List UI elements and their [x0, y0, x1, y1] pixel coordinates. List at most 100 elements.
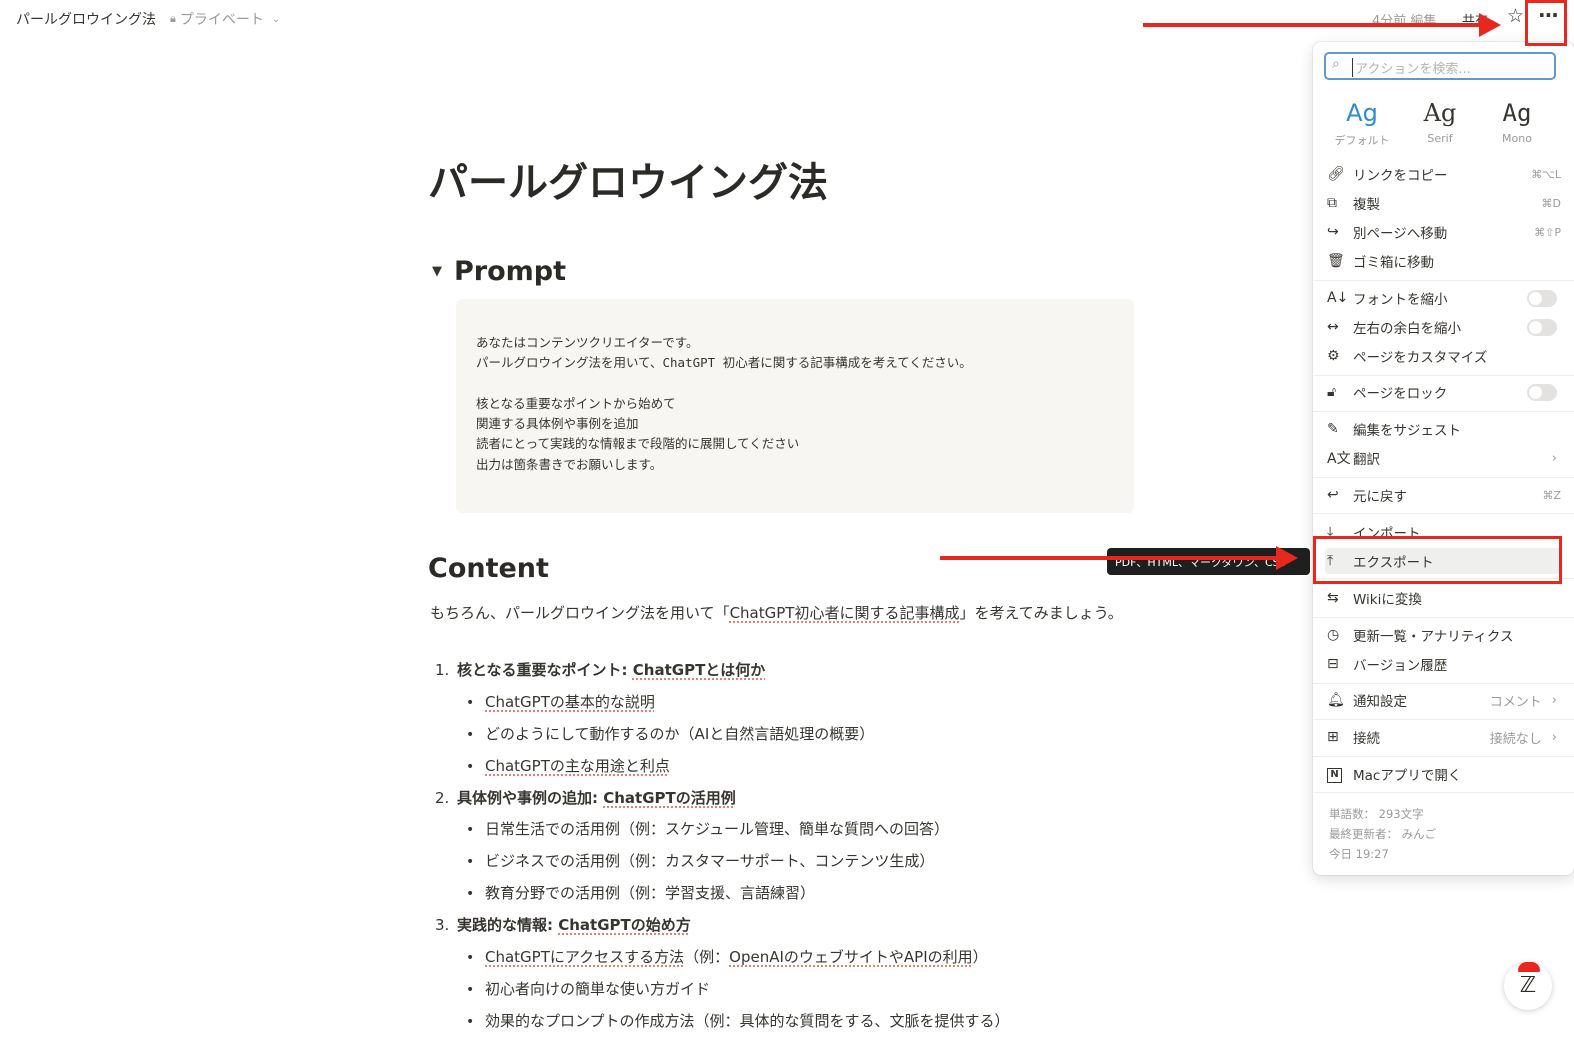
item-number: 2. [435, 789, 450, 807]
menu-divider [1313, 719, 1574, 720]
intro-text: もちろん、パールグロウイング法を用いて「 [430, 604, 730, 622]
menu-item-connections[interactable]: ⊞ 接続 接続なし › [1325, 724, 1561, 750]
bullet-text: 初心者向けの簡単な使い方ガイド [485, 980, 711, 998]
chevron-down-icon: ⌄ [271, 13, 281, 25]
menu-divider [1313, 280, 1574, 281]
shortcut: ⌘Z [1542, 488, 1561, 502]
bullet-text: ビジネスでの活用例（例：カスタマーサポート、コンテンツ生成） [485, 852, 935, 870]
bullet-dot: • [466, 695, 475, 711]
bullet-dot: • [466, 1014, 475, 1030]
code-line: パールグロウイング法を用いて、ChatGPT 初心者に関する記事構成を考えてくだ… [476, 355, 972, 371]
page-title[interactable]: パールグロウイング法 [428, 150, 828, 208]
menu-item-label: 複製 [1353, 197, 1380, 213]
bullet-item[interactable]: • ChatGPTの主な用途と利点 [466, 755, 670, 776]
menu-item-label: リンクをコピー [1353, 168, 1448, 184]
chevron-right-icon: › [1551, 450, 1557, 466]
lock-page-toggle[interactable] [1527, 383, 1557, 401]
font-label: デフォルト [1334, 134, 1390, 147]
shortcut: ⌘D [1541, 196, 1561, 210]
menu-item-copy-link[interactable]: 🔗︎ リンクをコピー ⌘⌥L [1325, 161, 1561, 187]
bullet-item[interactable]: • 初心者向けの簡単な使い方ガイド [466, 978, 710, 999]
code-line: 出力は箇条書きでお願いします。 [476, 456, 663, 472]
menu-divider [1313, 617, 1574, 618]
menu-item-label: 左右の余白を縮小 [1353, 321, 1461, 337]
bullet-item[interactable]: • 日常生活での活用例（例：スケジュール管理、簡単な質問への回答） [466, 818, 949, 839]
toggle-heading-prompt[interactable]: ▼ Prompt [432, 256, 566, 287]
menu-item-label: 別ページへ移動 [1353, 226, 1448, 242]
font-option-mono[interactable]: Ag Mono [1482, 98, 1552, 145]
item-number: 1. [435, 661, 450, 679]
menu-item-translate[interactable]: A文 翻訳 › [1325, 445, 1561, 471]
bullet-item[interactable]: • 効果的なプロンプトの作成方法（例：具体的な質問をする、文脈を提供する） [466, 1010, 1010, 1031]
code-block[interactable]: あなたはコンテンツクリエイターです。 パールグロウイング法を用いて、ChatGP… [456, 299, 1134, 513]
menu-item-label: ページをロック [1353, 386, 1448, 402]
code-line: 読者にとって実践的な情報まで段階的に展開してください [476, 436, 800, 452]
menu-item-trash[interactable]: 🗑︎ ゴミ箱に移動 [1325, 248, 1561, 274]
numbered-item[interactable]: 2. 具体例や事例の追加: ChatGPTの活用例 [435, 787, 736, 808]
numbered-item[interactable]: 3. 実践的な情報: ChatGPTの始め方 [435, 914, 691, 935]
numbered-item[interactable]: 1. 核となる重要なポイント: ChatGPTとは何か [435, 659, 765, 680]
assistant-icon: ℤ [1519, 973, 1537, 998]
menu-item-version-history[interactable]: ⊟ バージョン履歴 [1325, 651, 1561, 677]
menu-item-turn-into-wiki[interactable]: ⇆ Wikiに変換 [1325, 585, 1561, 611]
search-icon: ⌕ [1332, 56, 1340, 72]
menu-item-label: 接続 [1353, 731, 1380, 747]
bullet-item[interactable]: • ビジネスでの活用例（例：カスタマーサポート、コンテンツ生成） [466, 850, 934, 871]
undo-icon: ↩ [1327, 487, 1339, 503]
menu-item-label: 通知設定 [1353, 694, 1407, 710]
menu-item-duplicate[interactable]: ⧉ 複製 ⌘D [1325, 190, 1561, 216]
bullet-link: OpenAIのウェブサイトやAPIの利用 [729, 948, 973, 966]
font-sample: Ag [1502, 99, 1532, 127]
menu-item-updates-analytics[interactable]: ◷ 更新一覧・アナリティクス [1325, 622, 1561, 648]
last-edited-time: 今日 19:27 [1329, 847, 1389, 861]
bullet-text: 効果的なプロンプトの作成方法（例：具体的な質問をする、文脈を提供する） [485, 1012, 1010, 1030]
menu-item-suggest-edits[interactable]: ✎ 編集をサジェスト [1325, 416, 1561, 442]
small-text-toggle[interactable] [1527, 289, 1557, 307]
chevron-right-icon: › [1551, 692, 1557, 708]
action-search-input[interactable]: ⌕ アクションを検索... [1324, 52, 1556, 80]
star-icon[interactable]: ☆ [1507, 5, 1524, 27]
bullet-text: どのようにして動作するのか（AIと自然言語処理の概要） [485, 725, 875, 743]
toggle-heading-text: Prompt [454, 256, 567, 287]
privacy-menu[interactable]: 🔒︎ プライベート ⌄ [170, 9, 280, 29]
font-option-serif[interactable]: Ag Serif [1405, 98, 1475, 145]
menu-item-customize[interactable]: ⚙︎ ページをカスタマイズ [1325, 343, 1561, 369]
item-label: 核となる重要なポイント: [457, 661, 633, 679]
menu-item-small-text[interactable]: A↓ フォントを縮小 [1325, 285, 1561, 311]
bullet-text: ） [972, 948, 988, 966]
code-line: 関連する具体例や事例を追加 [476, 416, 639, 432]
bullet-text: （例： [684, 948, 730, 966]
bullet-item[interactable]: • ChatGPTにアクセスする方法（例：OpenAIのウェブサイトやAPIの利用… [466, 946, 988, 967]
annotation-arrow [1143, 13, 1501, 37]
bullet-item[interactable]: • ChatGPTの基本的な説明 [466, 691, 655, 712]
notion-logo-icon: N [1325, 765, 1353, 783]
menu-item-undo[interactable]: ↩ 元に戻す ⌘Z [1325, 482, 1561, 508]
menu-item-open-mac-app[interactable]: N Macアプリで開く [1325, 761, 1561, 787]
help-assistant-button[interactable]: ℤ [1504, 962, 1552, 1010]
bullet-item[interactable]: • 教育分野での活用例（例：学習支援、言語練習） [466, 882, 815, 903]
privacy-label: プライベート [179, 12, 264, 28]
menu-divider [1313, 756, 1574, 757]
toggle-triangle-icon[interactable]: ▼ [432, 264, 442, 279]
menu-divider [1313, 477, 1574, 478]
notification-value: コメント [1489, 694, 1542, 710]
intro-paragraph[interactable]: もちろん、パールグロウイング法を用いて「ChatGPT初心者に関する記事構成」を… [430, 602, 1140, 625]
menu-item-label: 更新一覧・アナリティクス [1353, 629, 1514, 645]
menu-item-lock-page[interactable]: 🔓︎ ページをロック [1325, 379, 1561, 405]
font-option-default[interactable]: Ag デフォルト [1327, 98, 1397, 148]
menu-item-notifications[interactable]: 🔔︎ 通知設定 コメント › [1325, 687, 1561, 713]
annotation-box [1525, 0, 1567, 46]
menu-item-label: Wikiに変換 [1353, 592, 1422, 608]
font-style-picker: Ag デフォルト Ag Serif Ag Mono [1325, 98, 1557, 148]
menu-item-full-width[interactable]: ↔ 左右の余白を縮小 [1325, 314, 1561, 340]
bullet-item[interactable]: • どのようにして動作するのか（AIと自然言語処理の概要） [466, 723, 874, 744]
bullet-dot: • [466, 982, 475, 998]
content-heading[interactable]: Content [428, 553, 549, 584]
breadcrumb-page-title[interactable]: パールグロウイング法 [16, 9, 156, 29]
menu-divider [1313, 411, 1574, 412]
menu-item-move-to[interactable]: ↪ 別ページへ移動 ⌘⇧P [1325, 219, 1561, 245]
full-width-toggle[interactable] [1527, 318, 1557, 336]
translate-icon: A文 [1327, 451, 1351, 467]
bell-icon: 🔔︎ [1327, 692, 1345, 708]
duplicate-icon: ⧉ [1327, 195, 1337, 211]
